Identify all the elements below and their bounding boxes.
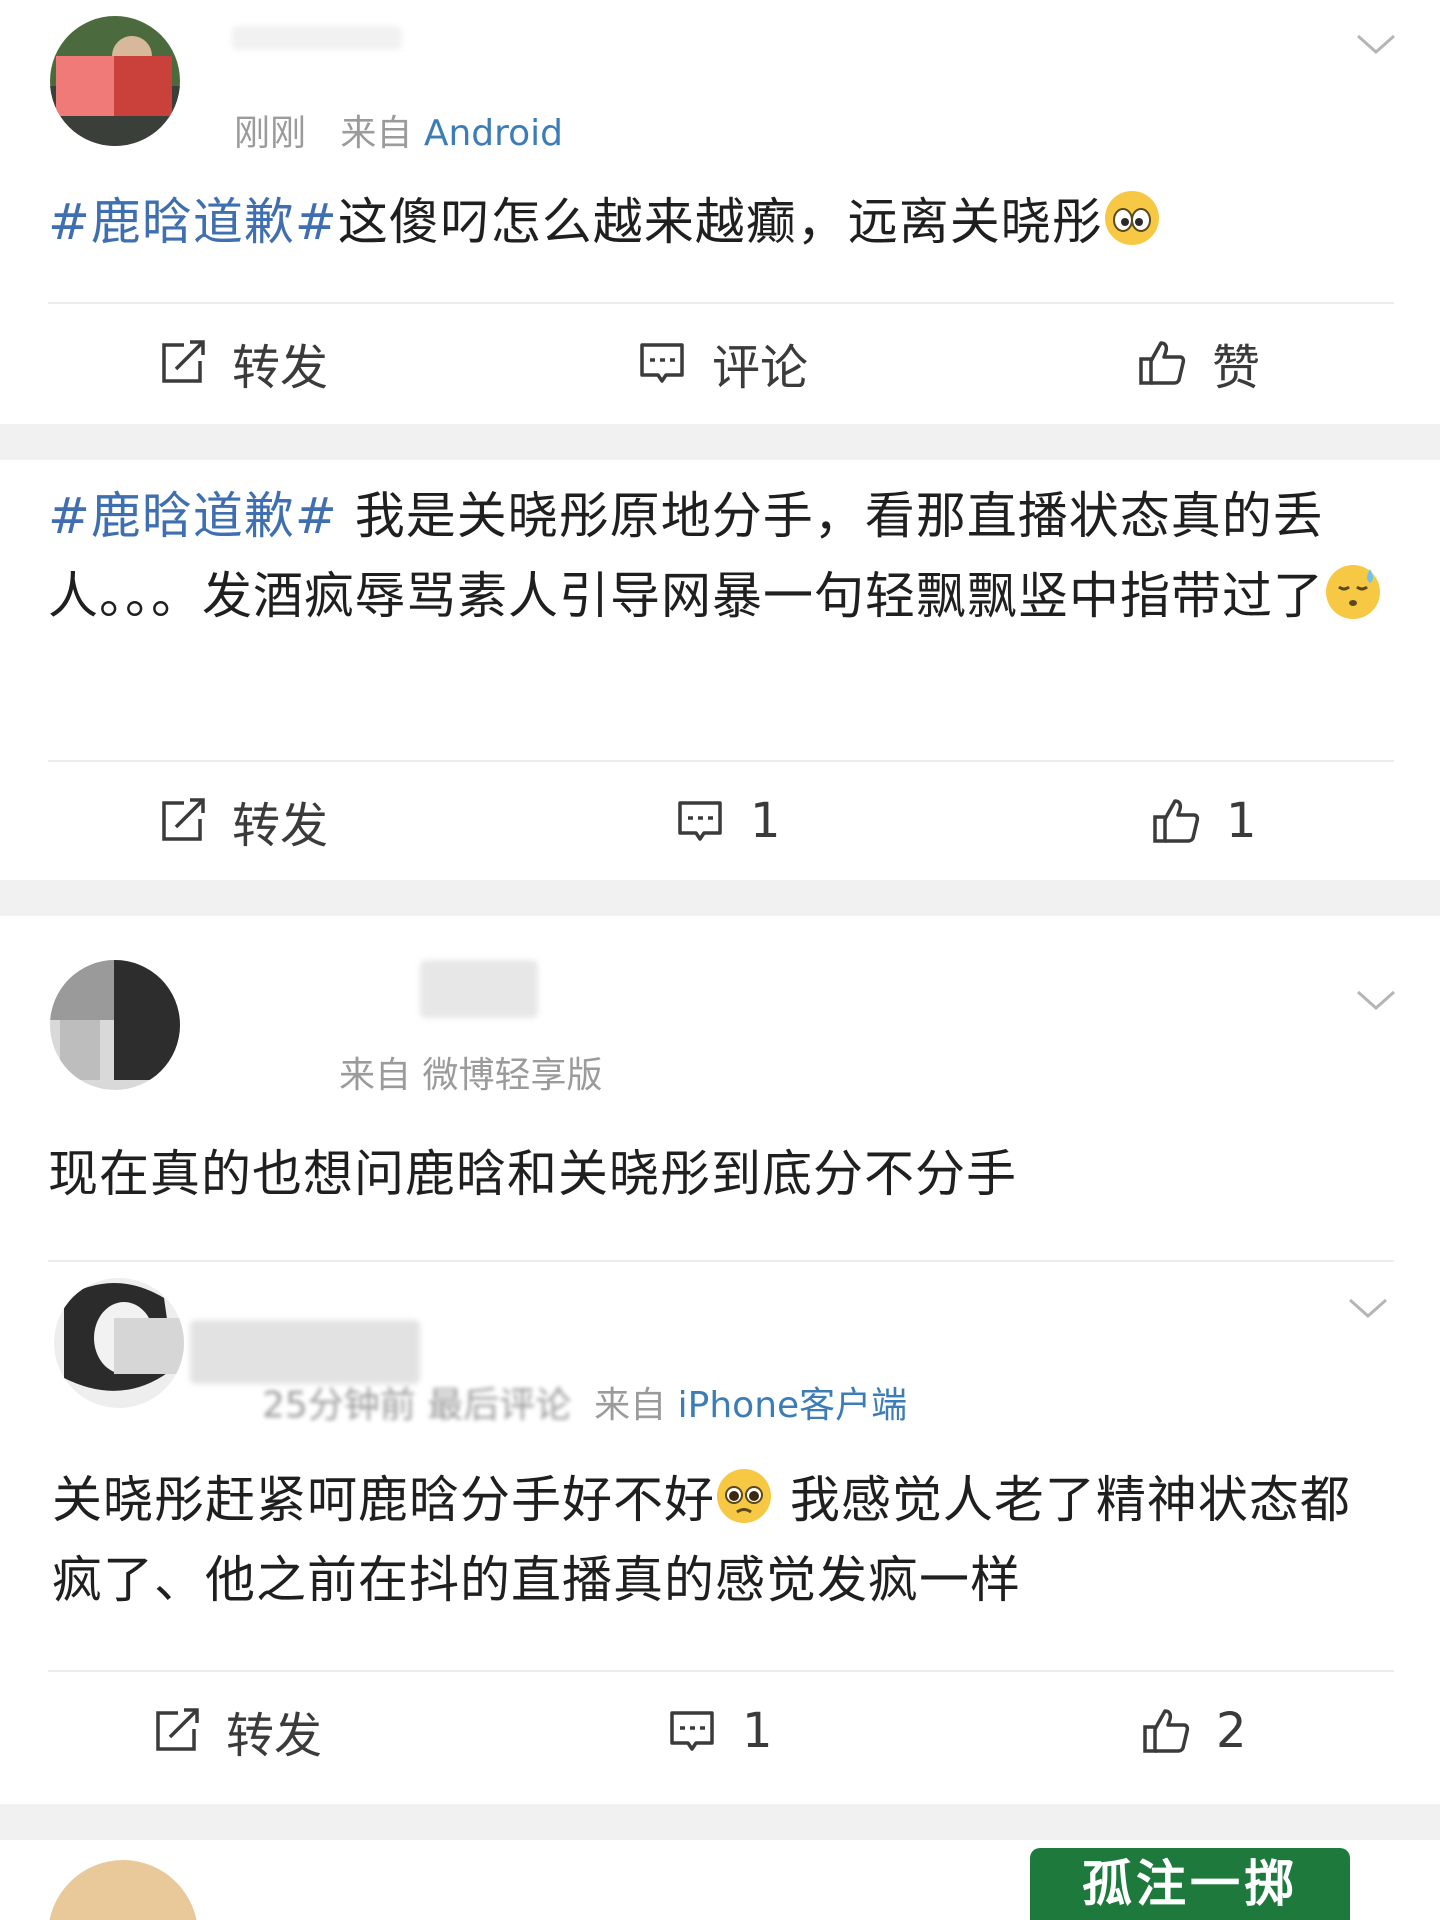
divider (48, 1260, 1394, 1262)
post-time: 刚刚 (234, 113, 307, 154)
username-blurred[interactable] (190, 1320, 420, 1384)
comment-label: 评论 (712, 340, 809, 396)
comment-button[interactable]: 1 (674, 766, 781, 876)
repost-icon (162, 798, 205, 841)
repost-label: 转发 (232, 340, 329, 396)
last-comment: 最后评论 (427, 1385, 572, 1426)
post-meta: 来自 微博轻享版 (236, 1046, 602, 1098)
avatar[interactable] (50, 16, 180, 146)
chevron-down-icon[interactable] (1356, 980, 1396, 1020)
divider (48, 302, 1394, 304)
eyes-emoji (1104, 191, 1159, 245)
repost-label: 转发 (232, 798, 329, 854)
chevron-down-icon[interactable] (1356, 24, 1396, 64)
avatar[interactable] (54, 1278, 184, 1408)
repost-label: 转发 (226, 1708, 323, 1764)
post-text: #鹿晗道歉#这傻叼怎么越来越癫，远离关晓彤 (48, 182, 1394, 262)
thumbs-up-icon (1153, 799, 1200, 843)
like-button[interactable]: 赞 (1136, 308, 1260, 418)
post-body: 现在真的也想问鹿晗和关晓彤到底分不分手 (48, 1145, 1017, 1203)
comment-button[interactable]: 1 (666, 1676, 773, 1786)
post-text: 关晓彤赶紧呵鹿晗分手好不好 我感觉人老了精神状态都疯了、他之前在抖的直播真的感觉… (52, 1460, 1400, 1620)
like-count: 1 (1226, 793, 1257, 849)
post-text: 现在真的也想问鹿晗和关晓彤到底分不分手 (48, 1134, 1394, 1214)
repost-button[interactable]: 转发 (156, 308, 328, 418)
avatar[interactable] (50, 960, 180, 1090)
promo-badge: 孤注一掷 (1030, 1848, 1350, 1920)
source-device[interactable]: 微博轻享版 (422, 1055, 602, 1096)
action-bar: 转发 评论 赞 (0, 308, 1440, 418)
source-prefix: 来自 (339, 1055, 412, 1096)
post-body: 这傻叼怎么越来越癫，远离关晓彤 (337, 193, 1103, 251)
source-device[interactable]: iPhone客户端 (678, 1385, 908, 1426)
comment-icon (670, 1711, 714, 1751)
source-prefix: 来自 (594, 1385, 667, 1426)
post-meta: 刚刚 来自 Android (234, 104, 563, 156)
thumbs-up-icon (1143, 1709, 1190, 1753)
source-device[interactable]: Android (424, 113, 563, 154)
post-text: #鹿晗道歉# 我是关晓彤原地分手，看那直播状态真的丢人。。。发酒疯辱骂素人引导网… (48, 476, 1394, 636)
hashtag-link[interactable]: #鹿晗道歉# (48, 193, 338, 251)
pleading-face-emoji (717, 1469, 771, 1523)
like-button[interactable]: 2 (1140, 1676, 1247, 1786)
post-card-partial[interactable]: 孤注一掷 (0, 1840, 1440, 1920)
post-meta: 25分钟前 最后评论 来自 iPhone客户端 (262, 1376, 907, 1428)
repost-button[interactable]: 转发 (156, 766, 328, 876)
comment-count: 1 (750, 793, 781, 849)
divider (48, 1670, 1394, 1672)
like-count: 2 (1216, 1703, 1247, 1759)
comment-count: 1 (742, 1703, 773, 1759)
action-bar: 转发 1 1 (0, 766, 1440, 876)
username-blurred[interactable] (420, 960, 538, 1018)
action-bar: 转发 1 2 (0, 1676, 1440, 1786)
hashtag-link[interactable]: #鹿晗道歉# (48, 487, 338, 545)
repost-icon (162, 340, 205, 383)
sweat-face-emoji (1326, 565, 1380, 619)
post-body: 关晓彤赶紧呵鹿晗分手好不好 (52, 1471, 715, 1529)
comment-icon (678, 801, 722, 841)
divider (48, 760, 1394, 762)
like-button[interactable]: 1 (1150, 766, 1257, 876)
like-label: 赞 (1212, 340, 1261, 396)
avatar[interactable] (48, 1860, 198, 1920)
repost-icon (156, 1708, 199, 1751)
post-time-blurred (236, 1055, 328, 1096)
source-prefix: 来自 (340, 113, 413, 154)
repost-button[interactable]: 转发 (150, 1676, 322, 1786)
comment-icon (640, 343, 684, 383)
post-card[interactable]: 来自 微博轻享版 现在真的也想问鹿晗和关晓彤到底分不分手 25分钟前 最后评论 … (0, 916, 1440, 1804)
comment-button[interactable]: 评论 (636, 308, 808, 418)
post-time: 25分钟前 (262, 1385, 416, 1426)
chevron-down-icon[interactable] (1348, 1288, 1388, 1328)
username-blurred[interactable] (232, 26, 402, 50)
weibo-feed: 刚刚 来自 Android #鹿晗道歉#这傻叼怎么越来越癫，远离关晓彤 转发 评… (0, 0, 1440, 1920)
post-card[interactable]: 刚刚 来自 Android #鹿晗道歉#这傻叼怎么越来越癫，远离关晓彤 转发 评… (0, 0, 1440, 424)
thumbs-up-icon (1139, 341, 1186, 385)
post-card[interactable]: #鹿晗道歉# 我是关晓彤原地分手，看那直播状态真的丢人。。。发酒疯辱骂素人引导网… (0, 460, 1440, 880)
